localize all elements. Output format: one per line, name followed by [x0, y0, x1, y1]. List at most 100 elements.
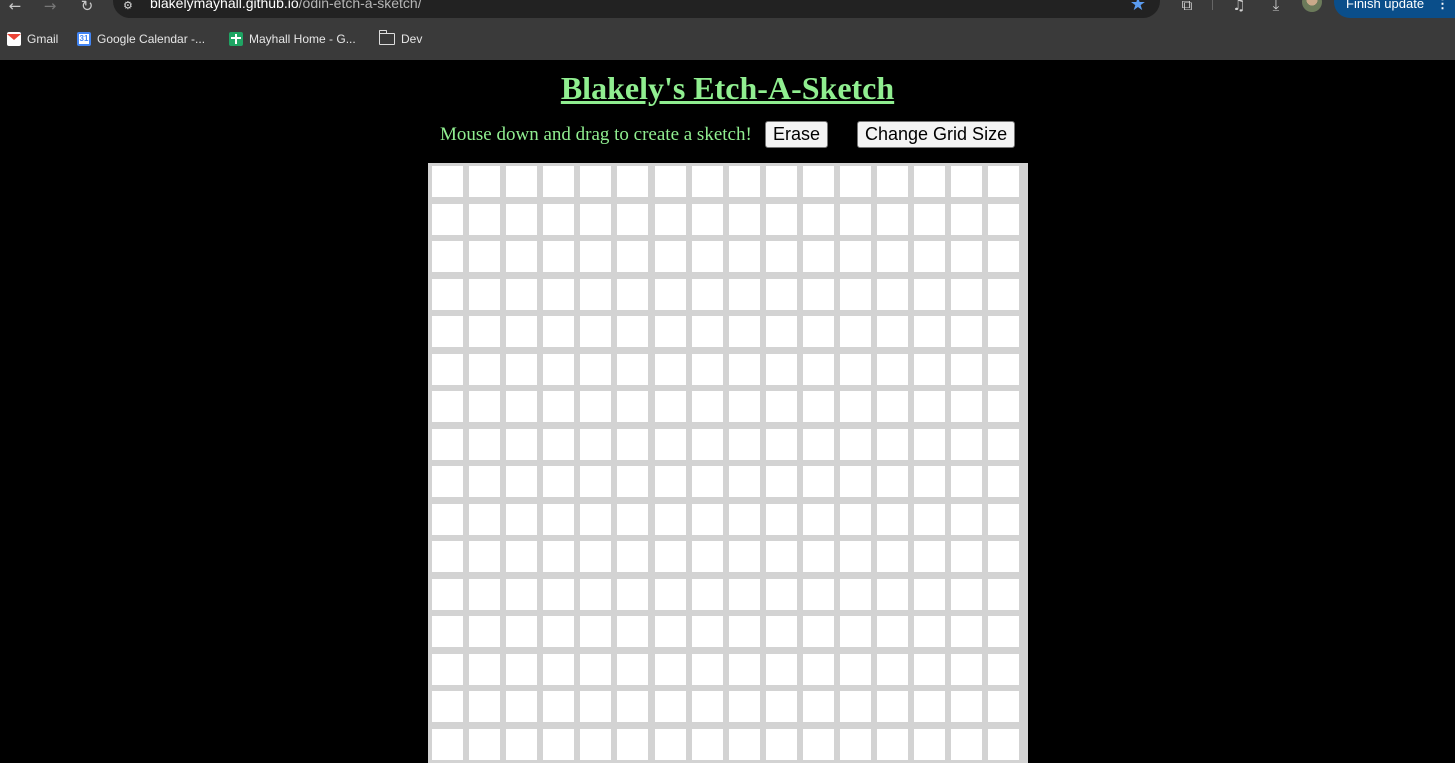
grid-cell[interactable] [840, 241, 872, 272]
grid-cell[interactable] [877, 241, 909, 272]
grid-cell[interactable] [802, 691, 834, 722]
grid-cell[interactable] [654, 391, 686, 422]
grid-cell[interactable] [877, 728, 909, 760]
grid-cell[interactable] [580, 166, 612, 197]
grid-cell[interactable] [988, 466, 1020, 497]
grid-cell[interactable] [728, 353, 760, 385]
grid-cell[interactable] [914, 353, 946, 385]
grid-cell[interactable] [580, 203, 612, 235]
grid-cell[interactable] [802, 503, 834, 535]
grid-cell[interactable] [617, 653, 649, 685]
finish-update-button[interactable]: Finish update ⋮ [1334, 0, 1455, 18]
grid-cell[interactable] [877, 466, 909, 497]
sketch-grid[interactable] [428, 163, 1028, 763]
grid-cell[interactable] [840, 203, 872, 235]
grid-cell[interactable] [840, 503, 872, 535]
grid-cell[interactable] [802, 353, 834, 385]
grid-cell[interactable] [840, 278, 872, 310]
grid-cell[interactable] [802, 466, 834, 497]
grid-cell[interactable] [580, 353, 612, 385]
grid-cell[interactable] [506, 391, 538, 422]
grid-cell[interactable] [506, 691, 538, 722]
grid-cell[interactable] [469, 691, 501, 722]
grid-cell[interactable] [877, 653, 909, 685]
grid-cell[interactable] [432, 203, 463, 235]
grid-cell[interactable] [840, 166, 872, 197]
grid-cell[interactable] [951, 503, 983, 535]
grid-cell[interactable] [617, 616, 649, 647]
grid-cell[interactable] [617, 203, 649, 235]
grid-cell[interactable] [877, 578, 909, 610]
grid-cell[interactable] [580, 728, 612, 760]
grid-cell[interactable] [914, 578, 946, 610]
grid-cell[interactable] [543, 578, 575, 610]
grid-cell[interactable] [543, 503, 575, 535]
grid-cell[interactable] [988, 203, 1020, 235]
grid-cell[interactable] [951, 466, 983, 497]
grid-cell[interactable] [951, 653, 983, 685]
grid-cell[interactable] [432, 428, 463, 460]
grid-cell[interactable] [469, 616, 501, 647]
grid-cell[interactable] [840, 728, 872, 760]
grid-cell[interactable] [691, 691, 723, 722]
grid-cell[interactable] [506, 241, 538, 272]
bookmark-star-icon[interactable]: ★ [1130, 0, 1146, 15]
grid-cell[interactable] [506, 166, 538, 197]
grid-cell[interactable] [617, 391, 649, 422]
grid-cell[interactable] [728, 653, 760, 685]
grid-cell[interactable] [617, 541, 649, 572]
grid-cell[interactable] [951, 353, 983, 385]
grid-cell[interactable] [543, 541, 575, 572]
grid-cell[interactable] [432, 728, 463, 760]
grid-cell[interactable] [728, 278, 760, 310]
grid-cell[interactable] [691, 391, 723, 422]
change-grid-size-button[interactable]: Change Grid Size [857, 121, 1015, 148]
grid-cell[interactable] [951, 203, 983, 235]
grid-cell[interactable] [432, 653, 463, 685]
grid-cell[interactable] [654, 353, 686, 385]
grid-cell[interactable] [469, 728, 501, 760]
grid-cell[interactable] [691, 616, 723, 647]
grid-cell[interactable] [543, 166, 575, 197]
grid-cell[interactable] [580, 653, 612, 685]
grid-cell[interactable] [728, 578, 760, 610]
grid-cell[interactable] [840, 353, 872, 385]
grid-cell[interactable] [543, 691, 575, 722]
grid-cell[interactable] [988, 316, 1020, 347]
grid-cell[interactable] [802, 203, 834, 235]
grid-cell[interactable] [988, 166, 1020, 197]
bookmark-folder-dev[interactable]: Dev [378, 29, 422, 48]
grid-cell[interactable] [951, 728, 983, 760]
grid-cell[interactable] [543, 616, 575, 647]
grid-cell[interactable] [802, 541, 834, 572]
grid-cell[interactable] [506, 428, 538, 460]
grid-cell[interactable] [543, 466, 575, 497]
grid-cell[interactable] [469, 353, 501, 385]
grid-cell[interactable] [914, 728, 946, 760]
grid-cell[interactable] [543, 278, 575, 310]
grid-cell[interactable] [765, 241, 797, 272]
extensions-icon[interactable]: ⧉ [1176, 0, 1198, 16]
grid-cell[interactable] [802, 653, 834, 685]
grid-cell[interactable] [765, 503, 797, 535]
grid-cell[interactable] [914, 503, 946, 535]
grid-cell[interactable] [877, 541, 909, 572]
address-bar[interactable]: ⚙ blakelymayhall.github.io/odin-etch-a-s… [113, 0, 1160, 18]
grid-cell[interactable] [802, 391, 834, 422]
grid-cell[interactable] [840, 391, 872, 422]
grid-cell[interactable] [580, 691, 612, 722]
grid-cell[interactable] [469, 278, 501, 310]
download-icon[interactable]: ⤓ [1265, 0, 1287, 16]
grid-cell[interactable] [951, 616, 983, 647]
grid-cell[interactable] [877, 353, 909, 385]
grid-cell[interactable] [728, 316, 760, 347]
grid-cell[interactable] [802, 241, 834, 272]
grid-cell[interactable] [469, 428, 501, 460]
grid-cell[interactable] [469, 578, 501, 610]
grid-cell[interactable] [728, 503, 760, 535]
grid-cell[interactable] [543, 203, 575, 235]
grid-cell[interactable] [543, 353, 575, 385]
grid-cell[interactable] [802, 278, 834, 310]
grid-cell[interactable] [617, 428, 649, 460]
grid-cell[interactable] [914, 203, 946, 235]
